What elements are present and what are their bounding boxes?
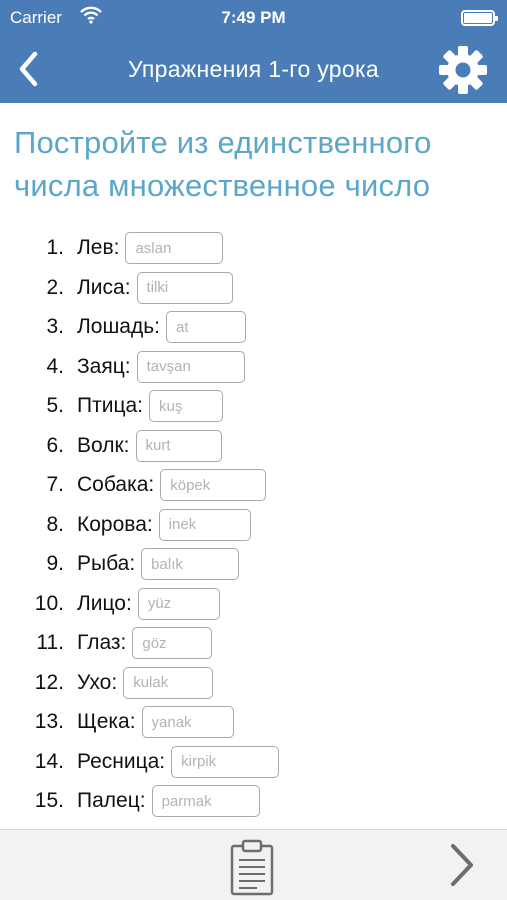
item-number: 14.: [34, 749, 64, 773]
item-word: Корова:: [77, 512, 153, 536]
answer-input[interactable]: aslan: [125, 232, 224, 264]
exercise-row: 7. Собака: köpek: [0, 466, 507, 504]
item-number: 7.: [46, 473, 64, 496]
item-number: 12.: [34, 670, 64, 694]
answer-input[interactable]: yüz: [137, 587, 220, 620]
item-word: Лицо:: [77, 591, 132, 615]
exercise-row: 4. Заяц: tavşan: [0, 348, 507, 386]
item-number: 15.: [34, 789, 64, 812]
gear-icon: [439, 46, 487, 94]
exercise-row: 2. Лиса: tilki: [0, 269, 507, 307]
navigation-bar: Carrier 7:49 PM Упражнения 1-го урока: [0, 0, 507, 103]
answer-input[interactable]: kurt: [135, 429, 222, 462]
item-word: Лиса:: [77, 275, 131, 299]
item-word: Лев:: [77, 236, 120, 259]
exercise-row: 11. Глаз: göz: [0, 624, 507, 662]
answer-input[interactable]: parmak: [151, 785, 260, 817]
item-word: Ресница:: [77, 749, 166, 773]
answer-input[interactable]: kirpik: [171, 745, 280, 778]
item-number: 1.: [46, 236, 64, 259]
next-button[interactable]: [447, 842, 477, 888]
answer-input[interactable]: at: [166, 311, 247, 343]
answer-input[interactable]: kuş: [148, 390, 223, 422]
item-word: Глаз:: [77, 631, 127, 654]
exercise-instruction: Постройте из единственного числа множест…: [14, 125, 432, 203]
exercise-row: 9. Рыба: balık: [0, 545, 507, 583]
item-number: 8.: [46, 512, 64, 536]
item-word: Ухо:: [77, 670, 118, 694]
nav-header: Упражнения 1-го урока: [0, 36, 507, 103]
bottom-toolbar: [0, 829, 507, 900]
item-number: 13.: [34, 710, 64, 733]
item-word: Палец:: [77, 789, 146, 812]
item-number: 4.: [46, 354, 64, 378]
exercise-list[interactable]: 1. Лев: aslan 2. Лиса: tilki 3. Лошадь: at 4. Заяц…: [0, 229, 507, 829]
answer-input[interactable]: tavşan: [136, 350, 245, 383]
item-number: 2.: [46, 275, 64, 299]
item-number: 5.: [46, 394, 64, 417]
exercise-row: 10. Лицо: yüz: [0, 585, 507, 623]
item-number: 11.: [36, 631, 64, 654]
answer-input[interactable]: yanak: [141, 706, 234, 738]
item-word: Заяц:: [77, 354, 131, 378]
answer-input[interactable]: göz: [132, 627, 213, 659]
settings-button[interactable]: [437, 44, 489, 96]
item-number: 10.: [34, 591, 64, 615]
exercise-row: 13. Щека: yanak: [0, 703, 507, 741]
item-word: Волк:: [77, 433, 130, 457]
answer-input[interactable]: kulak: [123, 666, 214, 699]
item-word: Лошадь:: [77, 315, 161, 338]
clipboard-button[interactable]: [227, 838, 277, 896]
item-word: Собака:: [77, 473, 155, 496]
answer-input[interactable]: köpek: [160, 469, 267, 501]
item-number: 6.: [46, 433, 64, 457]
clipboard-icon: [230, 839, 274, 896]
status-bar: Carrier 7:49 PM: [0, 0, 507, 36]
item-word: Рыба:: [77, 552, 136, 575]
exercise-row: 6. Волк: kurt: [0, 427, 507, 465]
answer-input[interactable]: tilki: [136, 271, 233, 304]
item-number: 9.: [46, 552, 64, 575]
back-button[interactable]: [8, 46, 48, 92]
battery-icon: [461, 10, 498, 26]
chevron-left-icon: [19, 51, 38, 87]
answer-input[interactable]: inek: [158, 508, 251, 541]
exercise-row: 8. Корова: inek: [0, 506, 507, 544]
exercise-row: 3. Лошадь: at: [0, 308, 507, 346]
status-time: 7:49 PM: [221, 8, 286, 27]
exercise-row: 12. Ухо: kulak: [0, 664, 507, 702]
exercise-row: 15. Палец: parmak: [0, 782, 507, 820]
exercise-row: 5. Птица: kuş: [0, 387, 507, 425]
chevron-right-icon: [451, 844, 473, 886]
item-word: Щека:: [77, 710, 136, 733]
exercise-row: 14. Ресница: kirpik: [0, 743, 507, 781]
page-title: Упражнения 1-го урока: [128, 56, 379, 82]
item-number: 3.: [46, 315, 64, 338]
item-word: Птица:: [77, 394, 143, 417]
answer-input[interactable]: balık: [141, 548, 240, 580]
exercise-row: 1. Лев: aslan: [0, 229, 507, 267]
